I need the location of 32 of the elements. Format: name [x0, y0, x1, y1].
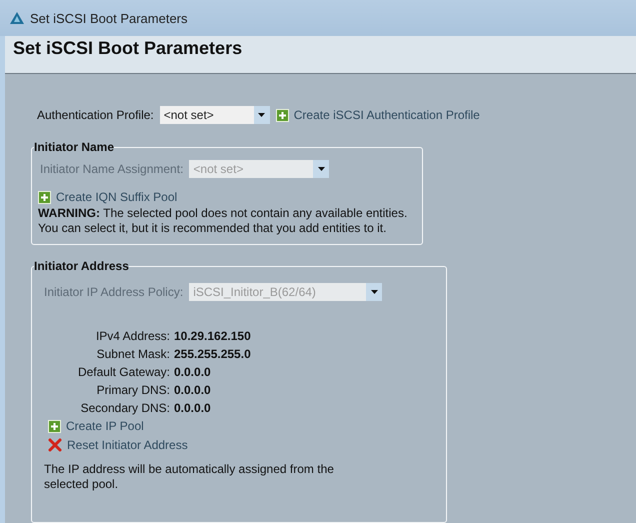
field-label: Secondary DNS:: [80, 401, 170, 415]
field-label: Subnet Mask:: [96, 347, 170, 361]
add-link[interactable]: Create iSCSI Authentication Profile: [276, 108, 480, 122]
panel-title: Initiator Address: [34, 259, 129, 273]
window-title: Set iSCSI Boot Parameters: [30, 10, 188, 26]
field-value: 0.0.0.0: [174, 365, 212, 379]
field-label: Initiator IP Address Policy:: [44, 285, 184, 299]
caret-icon: [318, 167, 325, 171]
panel-title: Initiator Name: [34, 140, 114, 154]
warning-text: WARNING: The selected pool does not contain any available entities. You can select it, but it is recommended that you add entities to it.: [38, 206, 408, 236]
add-link[interactable]: Create IQN Suffix Pool: [38, 190, 414, 204]
field-value: 255.255.255.0: [174, 347, 252, 361]
field-value: 10.29.162.150: [174, 329, 252, 343]
field-value: 0.0.0.0: [174, 401, 212, 415]
plus-icon: [38, 190, 51, 204]
page-title: Set iSCSI Boot Parameters: [13, 38, 244, 59]
dropdown[interactable]: <not set>: [160, 106, 270, 124]
remove-link[interactable]: Reset Initiator Address: [48, 438, 438, 452]
field-label: Authentication Profile:: [37, 108, 154, 122]
plus-icon: [48, 420, 61, 432]
field-label: Primary DNS:: [96, 383, 170, 397]
field-value: 0.0.0.0: [174, 383, 212, 397]
info-text: The IP address will be automatically assigned from the selected pool.: [44, 462, 335, 492]
add-link[interactable]: Create IP Pool: [48, 419, 438, 433]
x-icon: [48, 438, 62, 452]
field-label: IPv4 Address:: [94, 329, 170, 343]
caret-icon: [370, 290, 378, 294]
field-label: Initiator Name Assignment:: [40, 162, 184, 176]
caret-icon: [258, 113, 266, 117]
plus-icon: [276, 108, 289, 122]
field-label: Default Gateway:: [76, 365, 170, 379]
app-icon: [10, 12, 24, 24]
